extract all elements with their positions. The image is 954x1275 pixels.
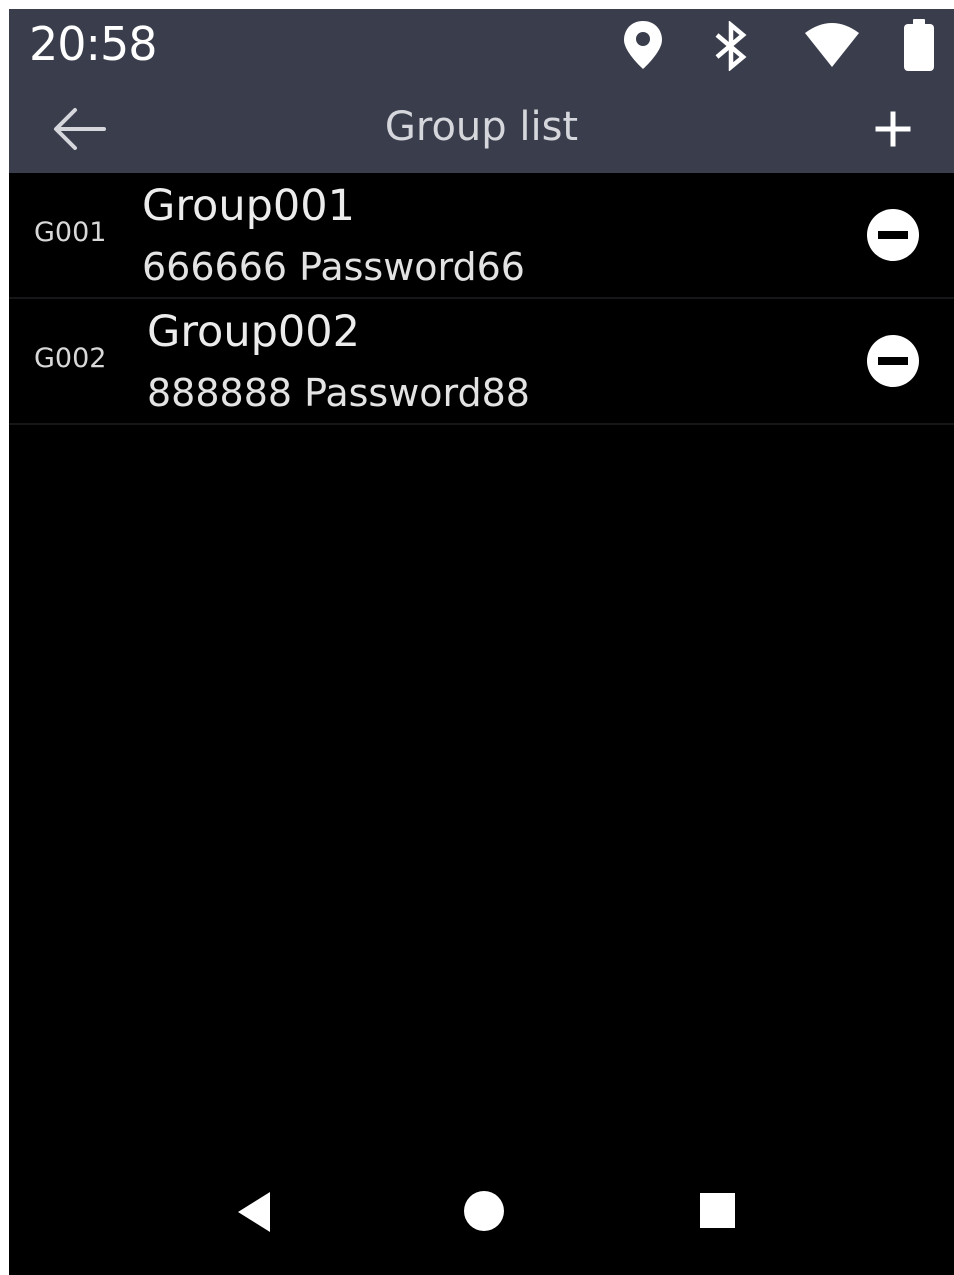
group-list: G001 Group001 666666 Password66 G002 Gro… <box>9 173 954 425</box>
app-screen: 20:58 Group list G001 Group001 666666 Pa… <box>9 9 954 1275</box>
plus-icon <box>875 111 911 147</box>
nav-home-button[interactable] <box>464 1191 504 1231</box>
nav-back-icon <box>238 1192 270 1232</box>
arrow-left-icon <box>54 108 106 150</box>
add-group-button[interactable] <box>870 106 916 152</box>
page-title: Group list <box>384 104 579 150</box>
status-bar: 20:58 <box>9 9 954 86</box>
navigation-bar <box>9 1131 954 1275</box>
bluetooth-icon <box>709 20 755 75</box>
list-item[interactable]: G002 Group002 888888 Password88 <box>9 299 954 425</box>
remove-circle-icon <box>878 231 908 239</box>
group-name: Group001 <box>142 181 355 231</box>
group-code: G001 <box>34 217 107 248</box>
remove-circle-icon <box>878 357 908 365</box>
list-item[interactable]: G001 Group001 666666 Password66 <box>9 173 954 299</box>
remove-group-button[interactable] <box>867 335 919 387</box>
status-time: 20:58 <box>29 17 158 71</box>
title-bar: Group list <box>9 86 954 173</box>
nav-back-button[interactable] <box>234 1189 274 1235</box>
group-code: G002 <box>34 343 107 374</box>
location-icon <box>621 19 665 75</box>
group-name: Group002 <box>147 307 360 357</box>
wifi-icon <box>803 23 861 73</box>
nav-recents-button[interactable] <box>700 1193 735 1228</box>
remove-group-button[interactable] <box>867 209 919 261</box>
battery-icon <box>900 17 940 77</box>
group-detail: 666666 Password66 <box>142 245 525 289</box>
group-detail: 888888 Password88 <box>147 371 530 415</box>
back-button[interactable] <box>49 104 109 154</box>
